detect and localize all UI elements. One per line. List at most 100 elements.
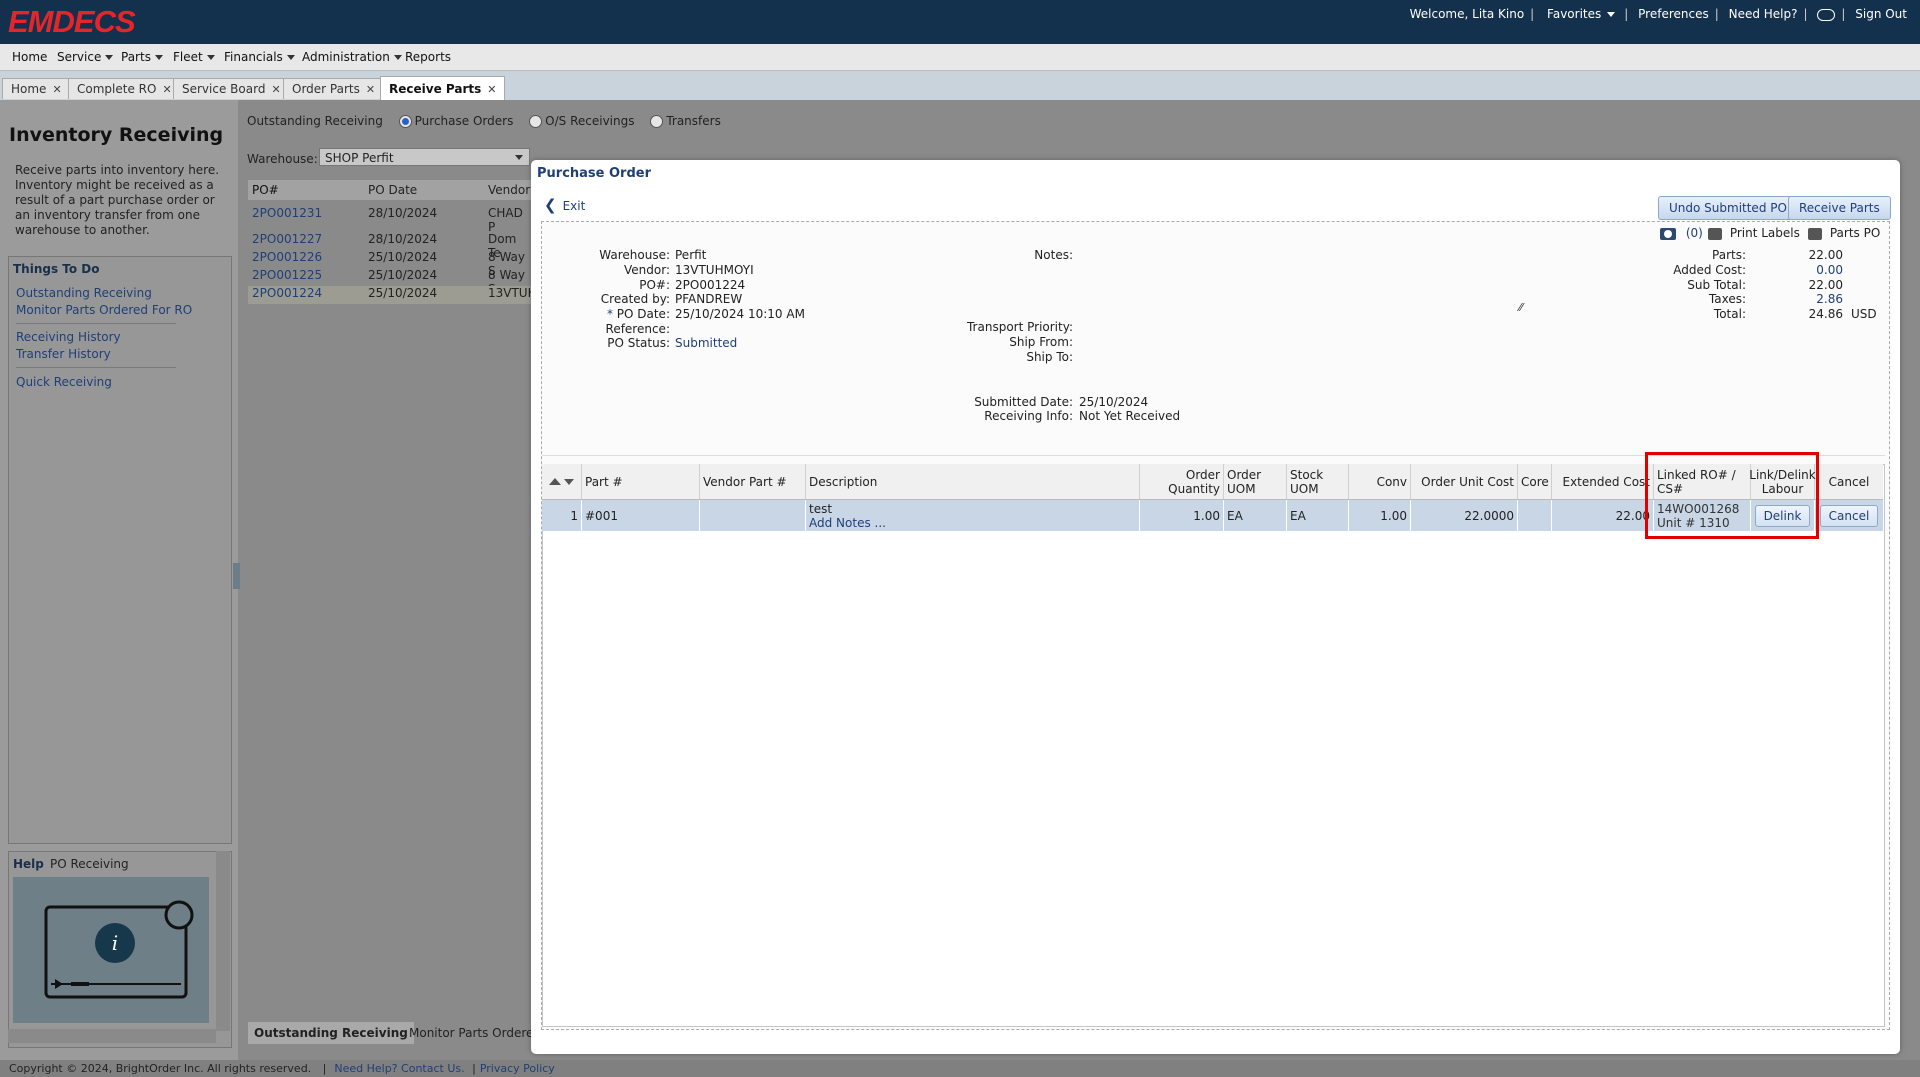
help-vertical-scrollbar[interactable] bbox=[216, 851, 230, 1031]
notes-label: Notes: bbox=[1034, 248, 1073, 262]
link-quick-receiving[interactable]: Quick Receiving bbox=[16, 375, 112, 389]
exit-button[interactable]: ❮ Exit bbox=[544, 196, 585, 214]
tab-monitor-parts-ordered[interactable]: Monitor Parts Ordered bbox=[403, 1022, 547, 1044]
radio-os-receivings[interactable] bbox=[529, 115, 543, 128]
chat-icon[interactable] bbox=[1817, 8, 1836, 21]
po-number-label: PO#: bbox=[639, 278, 670, 292]
col-extended-cost[interactable]: Extended Cost bbox=[1552, 464, 1654, 499]
tab-complete-ro[interactable]: Complete RO ✕ bbox=[68, 78, 181, 99]
sub-total-value: 22.00 bbox=[1808, 278, 1843, 292]
radio-transfers[interactable] bbox=[650, 115, 664, 128]
sort-icon[interactable] bbox=[542, 464, 582, 499]
vendor-part-number bbox=[700, 500, 806, 531]
print-parts-po-button[interactable]: Parts PO bbox=[1808, 226, 1880, 240]
submitted-date-label: Submitted Date: bbox=[974, 395, 1073, 409]
po-status-value: Submitted bbox=[675, 336, 738, 350]
print-labels-button[interactable]: Print Labels bbox=[1708, 226, 1800, 240]
col-part-number[interactable]: Part # bbox=[582, 464, 700, 499]
footer: Copyright © 2024, BrightOrder Inc. All r… bbox=[0, 1060, 1920, 1077]
tab-service-board[interactable]: Service Board ✕ bbox=[173, 78, 290, 99]
po-status-label: PO Status: bbox=[607, 336, 670, 350]
menu-fleet[interactable]: Fleet bbox=[173, 50, 215, 64]
close-icon[interactable]: ✕ bbox=[162, 83, 171, 96]
receiving-info-label: Receiving Info: bbox=[984, 409, 1073, 423]
sign-out-link[interactable]: Sign Out bbox=[1855, 7, 1907, 21]
order-unit-cost: 22.0000 bbox=[1411, 500, 1518, 531]
tab-home[interactable]: Home ✕ bbox=[2, 78, 71, 99]
warehouse-field-label: Warehouse: bbox=[599, 248, 670, 262]
po-row[interactable]: 2PO001231 28/10/2024 CHAD P bbox=[248, 206, 532, 234]
page-description: Receive parts into inventory here. Inven… bbox=[15, 163, 220, 237]
contact-link[interactable]: Need Help? Contact Us. bbox=[334, 1062, 464, 1075]
po-list-header: PO# PO Date Vendor bbox=[248, 180, 532, 200]
link-receiving-history[interactable]: Receiving History bbox=[16, 330, 121, 344]
undo-submitted-po-button[interactable]: Undo Submitted PO bbox=[1658, 196, 1798, 220]
taxes-value[interactable]: 2.86 bbox=[1770, 292, 1843, 306]
col-order-uom[interactable]: Order UOM bbox=[1224, 464, 1287, 499]
printer-icon bbox=[1708, 227, 1722, 240]
close-icon[interactable]: ✕ bbox=[487, 83, 496, 96]
tab-bar: Home ✕ Complete RO ✕ Service Board ✕ Order … bbox=[0, 71, 1920, 101]
menu-parts[interactable]: Parts bbox=[121, 50, 163, 64]
conv-value: 1.00 bbox=[1349, 500, 1411, 531]
help-topic: PO Receiving bbox=[50, 857, 129, 871]
menu-reports[interactable]: Reports bbox=[405, 50, 451, 64]
tab-outstanding-receiving[interactable]: Outstanding Receiving bbox=[248, 1022, 414, 1044]
vendor-value: 13VTUHMOYI bbox=[675, 263, 754, 277]
description-cell: test Add Notes ... bbox=[806, 500, 1140, 531]
col-stock-uom[interactable]: Stock UOM bbox=[1287, 464, 1349, 499]
menu-financials[interactable]: Financials bbox=[224, 50, 295, 64]
po-date-value: 25/10/2024 10:10 AM bbox=[675, 307, 805, 321]
preferences-link[interactable]: Preferences bbox=[1638, 7, 1709, 21]
po-row[interactable]: 2PO001227 28/10/2024 Dom Te bbox=[248, 232, 532, 260]
help-video[interactable]: i bbox=[13, 877, 209, 1023]
warehouse-select[interactable]: SHOP Perfit bbox=[319, 148, 530, 166]
cancel-line-button[interactable]: Cancel bbox=[1819, 504, 1879, 527]
help-horizontal-scrollbar[interactable] bbox=[8, 1029, 216, 1043]
po-row[interactable]: 2PO001224 25/10/2024 13VTUH bbox=[248, 286, 537, 304]
col-description[interactable]: Description bbox=[806, 464, 1140, 499]
tab-receive-parts[interactable]: Receive Parts ✕ bbox=[380, 76, 506, 101]
col-vendor-part[interactable]: Vendor Part # bbox=[700, 464, 806, 499]
close-icon[interactable]: ✕ bbox=[366, 83, 375, 96]
po-row[interactable]: 2PO00122525/10/20248 Way S bbox=[248, 268, 532, 296]
tab-order-parts[interactable]: Order Parts ✕ bbox=[283, 78, 385, 99]
svg-text:i: i bbox=[112, 931, 118, 955]
favorites-link[interactable]: Favorites bbox=[1544, 7, 1618, 21]
menu-administration[interactable]: Administration bbox=[302, 50, 402, 64]
ship-to-label: Ship To: bbox=[1026, 350, 1073, 364]
menu-service[interactable]: Service bbox=[57, 50, 114, 64]
close-icon[interactable]: ✕ bbox=[52, 83, 61, 96]
help-title: Help bbox=[13, 857, 44, 871]
link-outstanding-receiving[interactable]: Outstanding Receiving bbox=[16, 286, 152, 300]
divider bbox=[16, 367, 176, 368]
total-value: 24.86 bbox=[1808, 307, 1843, 321]
col-order-quantity[interactable]: Order Quantity bbox=[1140, 464, 1224, 499]
back-arrow-icon: ❮ bbox=[544, 196, 557, 214]
app-logo[interactable]: EMDECS bbox=[8, 4, 136, 40]
col-cancel[interactable]: Cancel bbox=[1815, 464, 1883, 499]
description-text: test bbox=[809, 501, 833, 516]
close-icon[interactable]: ✕ bbox=[271, 83, 280, 96]
add-notes-link[interactable]: Add Notes ... bbox=[809, 516, 886, 530]
radio-purchase-orders[interactable] bbox=[398, 115, 412, 128]
parts-total-label: Parts: bbox=[1712, 248, 1746, 262]
added-cost-label: Added Cost: bbox=[1673, 263, 1746, 277]
created-by-value: PFANDREW bbox=[675, 292, 743, 306]
need-help-link[interactable]: Need Help? bbox=[1729, 7, 1798, 21]
photo-attachments[interactable]: (0) bbox=[1660, 226, 1703, 240]
panel-splitter[interactable] bbox=[233, 563, 240, 589]
resize-handle-icon[interactable]: ⁄⁄ bbox=[1519, 301, 1523, 314]
menu-home[interactable]: Home bbox=[12, 50, 47, 64]
added-cost-value[interactable]: 0.00 bbox=[1770, 263, 1843, 277]
receive-parts-button[interactable]: Receive Parts bbox=[1788, 196, 1891, 220]
po-row[interactable]: 2PO001226 25/10/2024 8 Way S bbox=[248, 250, 532, 278]
col-conv[interactable]: Conv bbox=[1349, 464, 1411, 499]
po-number-value: 2PO001224 bbox=[675, 278, 746, 292]
col-order-unit-cost[interactable]: Order Unit Cost bbox=[1411, 464, 1518, 499]
camera-icon bbox=[1660, 227, 1676, 240]
link-monitor-parts-ordered[interactable]: Monitor Parts Ordered For RO bbox=[16, 303, 192, 317]
link-transfer-history[interactable]: Transfer History bbox=[16, 347, 111, 361]
col-core[interactable]: Core bbox=[1518, 464, 1552, 499]
privacy-link[interactable]: Privacy Policy bbox=[480, 1062, 555, 1075]
